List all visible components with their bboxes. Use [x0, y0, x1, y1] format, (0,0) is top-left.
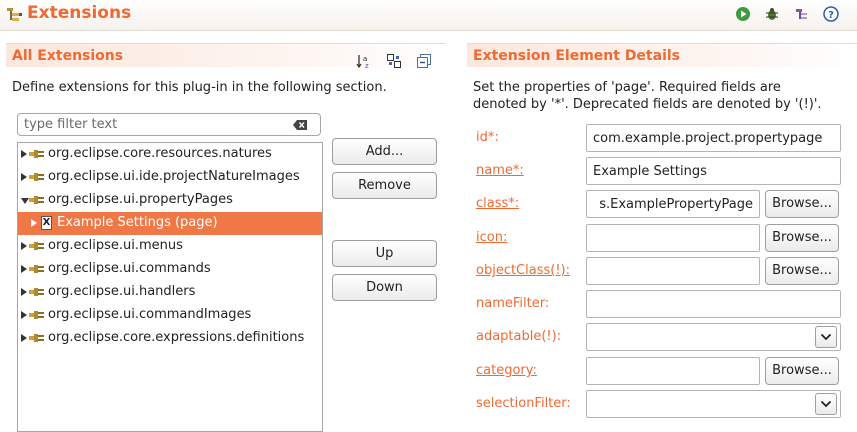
class-browse-button[interactable]: Browse...	[765, 190, 839, 218]
chevron-down-icon	[820, 400, 832, 408]
tree-item[interactable]: org.eclipse.core.resources.natures	[18, 143, 322, 166]
filter-box[interactable]	[17, 113, 321, 136]
extension-plug-icon	[29, 242, 44, 250]
tree-item[interactable]: org.eclipse.ui.ide.projectNatureImages	[18, 166, 322, 189]
extensions-icon	[7, 8, 22, 21]
all-extensions-description: Define extensions for this plug-in in th…	[12, 80, 387, 95]
collapse-all-icon[interactable]	[415, 52, 433, 70]
svg-text:?: ?	[828, 10, 834, 21]
element-icon: X	[41, 216, 52, 230]
expand-arrow-right-icon[interactable]	[21, 334, 27, 342]
selectionfilter-label: selectionFilter:	[476, 396, 571, 411]
name-label[interactable]: name*:	[476, 163, 524, 178]
class-value: s.ExamplePropertyPage	[599, 197, 753, 212]
name-field[interactable]: Example Settings	[586, 157, 841, 185]
namefilter-field[interactable]	[586, 290, 841, 318]
tree-item-label: org.eclipse.ui.propertyPages	[48, 192, 233, 207]
tree-item[interactable]: org.eclipse.core.expressions.definitions	[18, 327, 322, 350]
page-title: Extensions	[27, 3, 132, 23]
id-field[interactable]: com.example.project.propertypage	[586, 124, 841, 152]
tree-item[interactable]: X Example Settings (page)	[18, 212, 322, 235]
tree-item[interactable]: org.eclipse.ui.commands	[18, 258, 322, 281]
adaptable-label: adaptable(!):	[476, 329, 562, 344]
id-value: com.example.project.propertypage	[593, 131, 823, 146]
show-ext-point-icon[interactable]	[385, 52, 403, 70]
tree-item-label: org.eclipse.ui.menus	[48, 238, 183, 253]
icon-field[interactable]	[586, 224, 760, 252]
all-extensions-title: All Extensions	[12, 48, 124, 64]
filter-input[interactable]	[24, 116, 284, 133]
tree-item-label: Example Settings (page)	[57, 215, 218, 230]
down-button[interactable]: Down	[332, 274, 437, 301]
selectionfilter-dropdown-button[interactable]	[815, 393, 837, 415]
icon-label[interactable]: icon:	[476, 230, 507, 245]
objectclass-field[interactable]	[586, 257, 760, 285]
tree-item-label: org.eclipse.ui.commands	[48, 261, 211, 276]
expand-arrow-right-icon[interactable]	[21, 288, 27, 296]
help-icon[interactable]: ?	[821, 4, 841, 24]
extension-plug-icon	[29, 196, 44, 204]
extension-plug-icon	[29, 150, 44, 158]
objectclass-browse-button[interactable]: Browse...	[765, 257, 839, 285]
expand-arrow-right-icon[interactable]	[21, 173, 27, 181]
name-value: Example Settings	[593, 164, 707, 179]
tree-item[interactable]: org.eclipse.ui.commandImages	[18, 304, 322, 327]
class-label[interactable]: class*:	[476, 196, 519, 211]
chevron-down-icon	[820, 333, 832, 341]
namefilter-label: nameFilter:	[476, 296, 550, 311]
category-field[interactable]	[586, 357, 760, 385]
expand-arrow-right-icon[interactable]	[21, 265, 27, 273]
tree-item-label: org.eclipse.core.expressions.definitions	[48, 330, 305, 345]
clear-filter-icon[interactable]	[292, 119, 308, 131]
category-browse-button[interactable]: Browse...	[765, 357, 839, 385]
add-button[interactable]: Add...	[332, 138, 437, 165]
category-label[interactable]: category:	[476, 363, 537, 378]
extension-plug-icon	[29, 173, 44, 181]
extension-plug-icon	[29, 288, 44, 296]
adaptable-dropdown-button[interactable]	[815, 326, 837, 348]
expand-arrow-right-icon[interactable]	[21, 242, 27, 250]
tree-item-label: org.eclipse.ui.handlers	[48, 284, 196, 299]
details-description-line2: denoted by '*'. Deprecated fields are de…	[473, 97, 822, 112]
sort-icon[interactable]: a z	[355, 52, 373, 70]
details-description-line1: Set the properties of 'page'. Required f…	[473, 80, 781, 95]
details-title: Extension Element Details	[473, 48, 680, 64]
tree-item-label: org.eclipse.ui.ide.projectNatureImages	[48, 169, 300, 184]
svg-text:z: z	[365, 62, 369, 69]
adaptable-combo[interactable]	[586, 323, 841, 351]
tree-item[interactable]: org.eclipse.ui.handlers	[18, 281, 322, 304]
remove-button[interactable]: Remove	[332, 172, 437, 199]
extension-plug-icon	[29, 265, 44, 273]
run-icon[interactable]	[733, 4, 753, 24]
extension-plug-icon	[29, 311, 44, 319]
expand-arrow-down-icon[interactable]	[21, 198, 29, 204]
tree-item[interactable]: org.eclipse.ui.propertyPages	[18, 189, 322, 212]
tree-item-label: org.eclipse.core.resources.natures	[48, 146, 272, 161]
debug-icon[interactable]	[762, 4, 782, 24]
tree-item-label: org.eclipse.ui.commandImages	[48, 307, 252, 322]
up-button[interactable]: Up	[332, 240, 437, 267]
objectclass-label[interactable]: objectClass(!):	[476, 263, 570, 278]
extension-plug-icon	[29, 334, 44, 342]
class-field[interactable]: s.ExamplePropertyPage	[586, 190, 760, 218]
expand-arrow-right-icon[interactable]	[31, 219, 37, 227]
all-extensions-section-header: All Extensions	[6, 43, 446, 67]
expand-arrow-right-icon[interactable]	[21, 311, 27, 319]
extension-point-icon[interactable]	[792, 4, 812, 24]
details-section-header: Extension Element Details	[467, 43, 857, 67]
icon-browse-button[interactable]: Browse...	[765, 224, 839, 252]
extensions-tree[interactable]: org.eclipse.core.resources.natures org.ec…	[17, 142, 323, 432]
expand-arrow-right-icon[interactable]	[21, 150, 27, 158]
tree-item[interactable]: org.eclipse.ui.menus	[18, 235, 322, 258]
selectionfilter-combo[interactable]	[586, 390, 841, 418]
id-label: id*:	[476, 130, 499, 145]
